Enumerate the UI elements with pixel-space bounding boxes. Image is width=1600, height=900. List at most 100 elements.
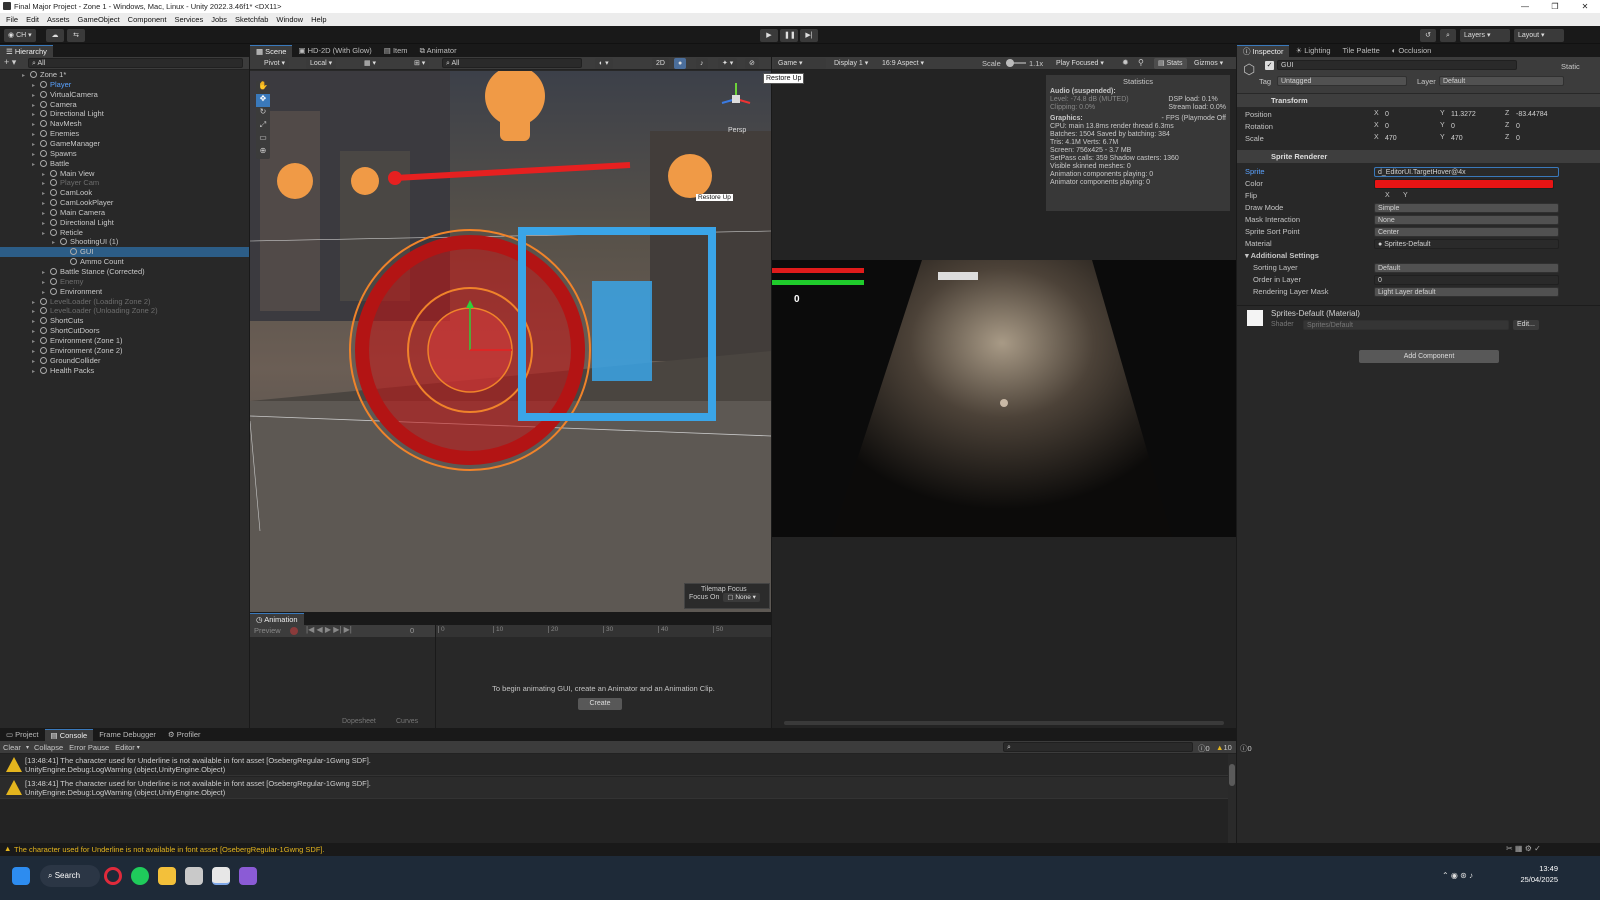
status-icons[interactable]: ✂ ▦ ⚙ ✓ <box>1506 844 1541 853</box>
static-toggle[interactable]: Static <box>1561 62 1580 71</box>
additional-row-field[interactable]: 0 <box>1374 275 1559 285</box>
tab-hd2d[interactable]: ▣ HD-2D (With Glow) <box>292 45 377 57</box>
hierarchy-item[interactable]: ▸ NavMesh <box>32 119 82 129</box>
tray-icons[interactable]: ⌃ ◉ ⊛ ♪ <box>1442 871 1473 880</box>
hierarchy-item[interactable]: ▸ ShortCutDoors <box>32 326 100 336</box>
object-name-input[interactable]: GUI <box>1277 60 1517 70</box>
clock-date[interactable]: 25/04/2025 <box>1516 875 1558 884</box>
collab-icon[interactable]: ⇆ <box>67 29 85 42</box>
error-pause-button[interactable]: Error Pause <box>69 743 109 752</box>
info-count[interactable]: ⓘ0 <box>1198 743 1210 754</box>
transform-tool-icon[interactable]: ⊕ <box>256 146 270 159</box>
shader-dropdown[interactable]: Sprites/Default <box>1303 320 1509 330</box>
tab-animation[interactable]: ◷ Animation <box>250 613 304 625</box>
minimize-button[interactable]: — <box>1510 0 1540 13</box>
rotate-tool-icon[interactable]: ↻ <box>256 107 270 120</box>
hierarchy-item[interactable]: ▸ Directional Light <box>32 109 104 119</box>
hierarchy-item[interactable]: ▸ LevelLoader (Unloading Zone 2) <box>32 306 158 316</box>
transform-x-field[interactable]: 0 <box>1382 110 1436 120</box>
menu-file[interactable]: File <box>6 13 18 26</box>
material-field[interactable]: ● Sprites-Default <box>1374 239 1559 249</box>
hierarchy-item[interactable]: ▸ GameManager <box>32 139 100 149</box>
hierarchy-item[interactable]: ▸ GroundCollider <box>32 356 100 366</box>
mute-audio-icon[interactable]: ✹ <box>1122 58 1129 67</box>
pause-button[interactable]: ❚❚ <box>780 29 798 42</box>
create-animation-button[interactable]: Create <box>578 698 622 710</box>
scene-search-input[interactable]: ⌕ All <box>442 58 582 68</box>
hierarchy-item[interactable]: ▸ Enemy <box>42 277 83 287</box>
hierarchy-item[interactable]: GUI <box>0 247 249 258</box>
menu-help[interactable]: Help <box>311 13 326 26</box>
transform-x-field[interactable]: 0 <box>1382 122 1436 132</box>
tab-tile-palette[interactable]: Tile Palette <box>1337 45 1386 57</box>
transform-z-field[interactable]: -83.44784 <box>1513 110 1567 120</box>
transform-z-field[interactable]: 0 <box>1513 122 1567 132</box>
mode-2d-button[interactable]: 2D <box>652 58 669 69</box>
sprite-renderer-header[interactable]: Sprite Renderer <box>1237 150 1600 163</box>
hierarchy-item[interactable]: ▸ Zone 1* <box>22 70 66 80</box>
display-dropdown[interactable]: Display 1 ▾ <box>830 58 876 69</box>
tab-profiler[interactable]: ⚙ Profiler <box>162 729 207 741</box>
color-field[interactable] <box>1374 179 1554 189</box>
hierarchy-item[interactable]: ▸ Spawns <box>32 149 77 159</box>
additional-row-field[interactable]: Light Layer default <box>1374 287 1559 297</box>
scale-tool-icon[interactable]: ⤢ <box>256 120 270 133</box>
account-button[interactable]: ◉ CH ▾ <box>4 29 36 42</box>
hierarchy-item[interactable]: ▸ Player Cam <box>42 178 99 188</box>
flip-x-checkbox[interactable]: X <box>1385 192 1390 199</box>
hierarchy-item[interactable]: ▸ Camera <box>32 100 77 110</box>
tab-animator[interactable]: ⧉ Animator <box>414 45 463 57</box>
hierarchy-item[interactable]: ▸ Battle Stance (Corrected) <box>42 267 145 277</box>
hierarchy-item[interactable]: ▸ Directional Light <box>42 218 114 228</box>
hierarchy-item[interactable]: ▸ Reticle <box>42 228 83 238</box>
transform-header[interactable]: Transform <box>1237 94 1600 107</box>
search-icon[interactable]: ⌕ <box>1440 29 1456 42</box>
hierarchy-item[interactable]: ▸ LevelLoader (Loading Zone 2) <box>32 297 151 307</box>
layer-dropdown[interactable]: Default <box>1439 76 1564 86</box>
game-scrollbar[interactable] <box>784 721 1224 725</box>
hierarchy-item[interactable]: ▸ Environment (Zone 2) <box>32 346 123 356</box>
hierarchy-item[interactable]: Ammo Count <box>62 257 124 267</box>
menu-window[interactable]: Window <box>276 13 303 26</box>
flip-y-checkbox[interactable]: Y <box>1403 192 1408 199</box>
tab-item[interactable]: ▤ Item <box>378 45 414 57</box>
collapse-button[interactable]: Collapse <box>34 743 63 752</box>
transform-y-field[interactable]: 11.3272 <box>1448 110 1502 120</box>
tab-inspector[interactable]: ⓘ Inspector <box>1237 45 1290 57</box>
transform-x-field[interactable]: 470 <box>1382 134 1436 144</box>
unity-editor-icon[interactable] <box>212 867 230 885</box>
history-icon[interactable]: ↺ <box>1420 29 1436 42</box>
hierarchy-item[interactable]: ▸ Battle <box>32 159 69 169</box>
tag-dropdown[interactable]: Untagged <box>1277 76 1407 86</box>
sprite-field[interactable]: d_EditorUI.TargetHover@4x <box>1374 167 1559 177</box>
game-viewport[interactable]: 0 <box>772 260 1236 537</box>
draw-mode-icon[interactable]: ◐ ▾ <box>595 58 613 69</box>
console-scrollbar[interactable] <box>1228 754 1236 854</box>
tab-occlusion[interactable]: ◐ Occlusion <box>1386 45 1438 57</box>
game-view-dropdown[interactable]: Game ▾ <box>774 58 826 69</box>
add-component-button[interactable]: Add Component <box>1359 350 1499 363</box>
hierarchy-item[interactable]: ▸ Main Camera <box>42 208 105 218</box>
warning-count[interactable]: ▲10 <box>1216 743 1232 752</box>
hierarchy-item[interactable]: ▸ Environment <box>42 287 102 297</box>
tab-hierarchy[interactable]: ☰ Hierarchy <box>0 45 53 57</box>
local-dropdown[interactable]: Local ▾ <box>306 58 337 69</box>
menu-sketchfab[interactable]: Sketchfab <box>235 13 268 26</box>
pivot-dropdown[interactable]: Pivot ▾ <box>260 58 290 69</box>
active-checkbox[interactable]: ✓ <box>1265 61 1274 70</box>
opera-icon[interactable] <box>104 867 122 885</box>
aspect-dropdown[interactable]: 16:9 Aspect ▾ <box>878 58 974 69</box>
clear-button[interactable]: Clear <box>3 743 21 752</box>
rect-tool-icon[interactable]: ▭ <box>256 133 270 146</box>
hierarchy-item[interactable]: ▸ CamLook <box>42 188 92 198</box>
hierarchy-item[interactable]: ▸ Player <box>32 80 71 90</box>
vsync-icon[interactable]: ⚲ <box>1138 58 1144 67</box>
tab-project[interactable]: ▭ Project <box>0 729 45 741</box>
clock-time[interactable]: 13:49 <box>1516 864 1558 873</box>
play-button[interactable]: ▶ <box>760 29 778 42</box>
unity-hub-icon[interactable] <box>185 867 203 885</box>
sprite-renderer-dropdown[interactable]: Simple <box>1374 203 1559 213</box>
hierarchy-item[interactable]: ▸ ShortCuts <box>32 316 83 326</box>
hierarchy-item[interactable]: ▸ Main View <box>42 169 94 179</box>
frame-field[interactable]: 0 <box>410 626 414 635</box>
